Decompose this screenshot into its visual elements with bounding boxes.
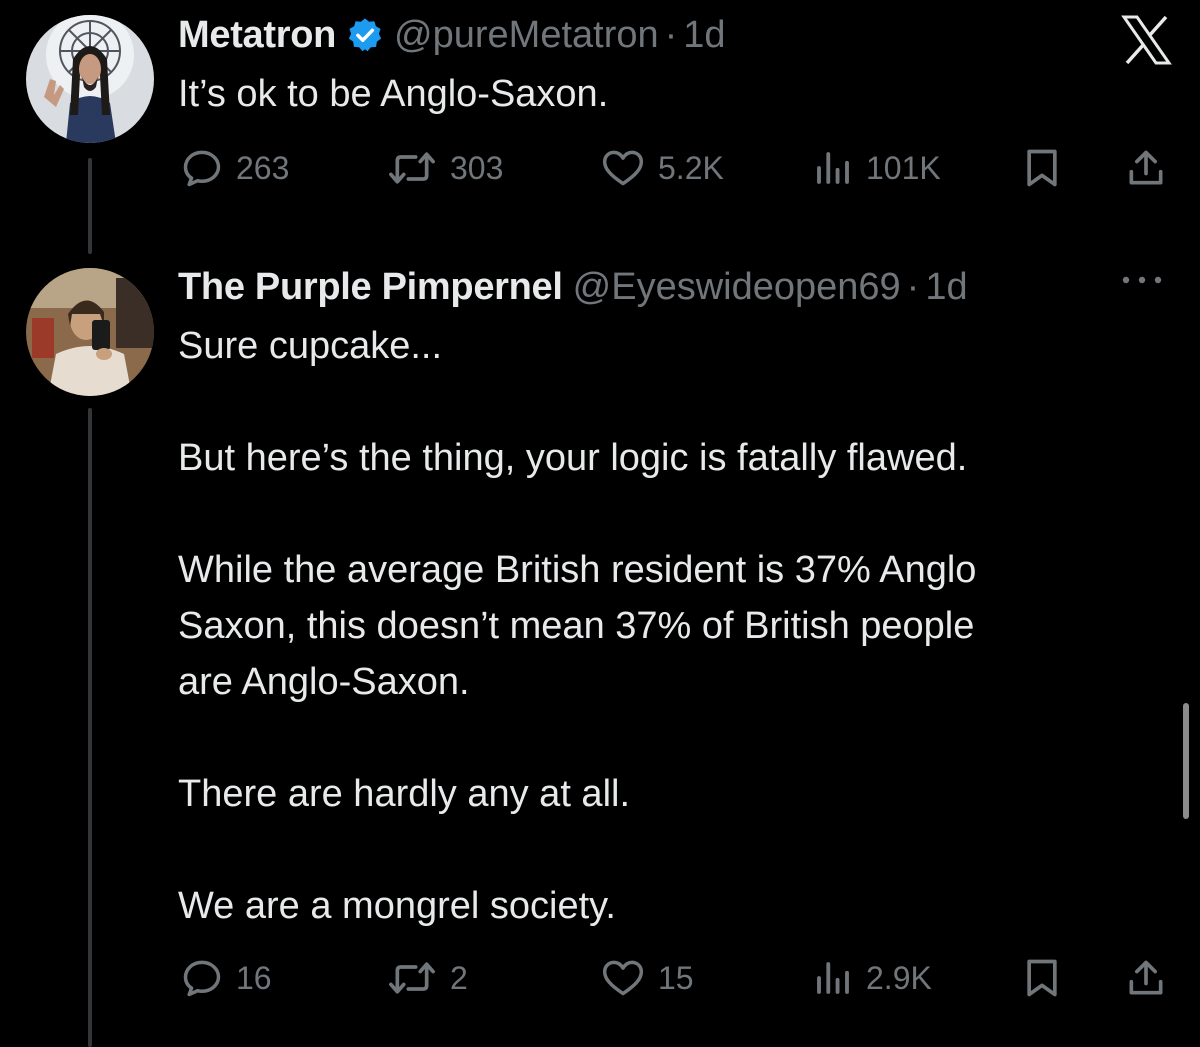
views-icon [817,152,849,184]
share-icon [1129,150,1163,185]
tweet-text: Sure cupcake... But here’s the thing, yo… [178,325,977,927]
share-icon [1129,960,1163,995]
retweet-button[interactable]: 303 [386,146,503,190]
reply-icon [183,960,221,997]
share-button[interactable] [1124,956,1168,1000]
retweet-icon [389,152,435,184]
x-logo-icon[interactable] [1120,14,1172,66]
retweet-button[interactable]: 2 [386,956,468,1000]
separator: · [906,266,920,308]
avatar[interactable] [26,15,154,143]
bookmark-icon [1027,959,1057,997]
like-count: 5.2K [658,149,724,186]
views-icon [817,962,849,994]
retweet-icon [389,962,435,994]
like-count: 15 [658,959,694,996]
bookmark-icon [1027,149,1057,187]
views-count: 101K [866,149,941,186]
heart-icon [602,960,644,996]
bookmark-button[interactable] [1020,956,1064,1000]
verified-badge-icon [346,16,384,54]
thread-line [88,408,92,1047]
reply-count: 263 [236,149,290,186]
views-button[interactable]: 2.9K [812,956,932,1000]
share-button[interactable] [1124,146,1168,190]
bookmark-button[interactable] [1020,146,1064,190]
reply-button[interactable]: 16 [180,956,272,1000]
handle[interactable]: @pureMetatron [394,12,659,58]
reply-button[interactable]: 263 [180,146,289,190]
timestamp[interactable]: 1d [683,12,725,58]
scrollbar[interactable] [1183,703,1189,819]
heart-icon [602,150,644,186]
views-button[interactable]: 101K [812,146,941,190]
like-button[interactable]: 15 [600,956,694,1000]
thread-line [88,158,92,254]
avatar[interactable] [26,268,154,396]
views-count: 2.9K [866,959,932,996]
retweet-count: 2 [450,959,468,996]
tweet-text: It’s ok to be Anglo-Saxon. [178,73,609,115]
display-name[interactable]: Metatron [178,12,336,58]
separator: · [664,14,678,56]
like-button[interactable]: 5.2K [600,146,724,190]
more-icon[interactable] [1115,270,1169,290]
display-name[interactable]: The Purple Pimpernel [178,264,563,310]
timestamp[interactable]: 1d [925,264,967,310]
retweet-count: 303 [450,149,504,186]
tweet-header: Metatron @pureMetatron · 1d [178,12,726,58]
tweet-header: The Purple Pimpernel @Eyeswideopen69 · 1… [178,264,968,310]
reply-count: 16 [236,959,272,996]
handle[interactable]: @Eyeswideopen69 [573,264,901,310]
reply-icon [183,150,221,187]
